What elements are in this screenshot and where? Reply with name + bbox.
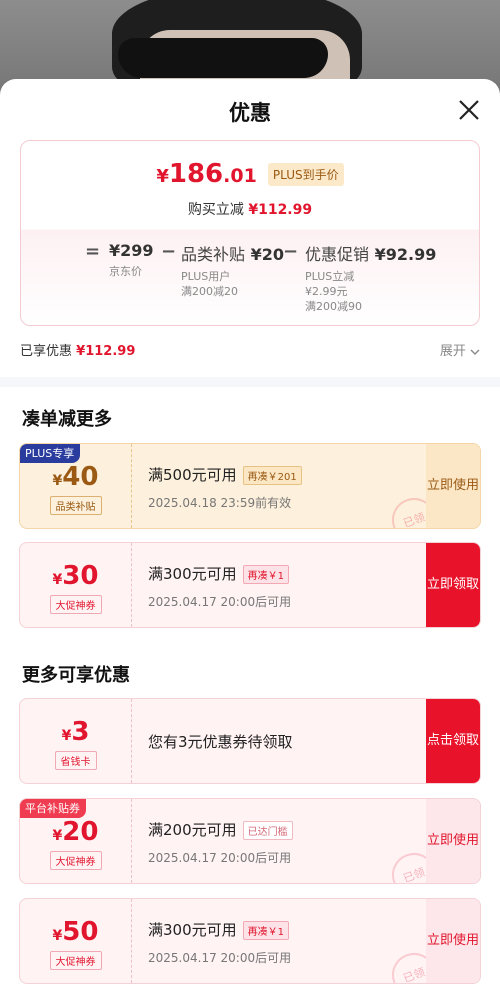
enjoyed-discount: 已享优惠 ¥112.99 [20, 344, 136, 359]
coupon-description: 您有3元优惠券待领取 [148, 733, 293, 751]
coupon-card: ¥3 省钱卡 您有3元优惠券待领取 点击领取 [19, 698, 481, 784]
buy-discount-line: 购买立减 ¥112.99 [187, 202, 313, 218]
jd-price-col: ¥299 京东价 [109, 241, 154, 278]
coupon-info: 满300元可用 再凑￥1 2025.04.17 20:00后可用 [148, 921, 292, 965]
coupon-value: ¥3 省钱卡 [20, 699, 132, 783]
use-now-button[interactable]: 立即使用 [426, 444, 480, 528]
coupon-date: 2025.04.17 20:00后可用 [148, 851, 292, 865]
coupon-date: 2025.04.17 20:00后可用 [148, 951, 292, 965]
coupon-date: 2025.04.17 20:00后可用 [148, 595, 292, 609]
coupon-value: ¥50 大促神券 [20, 899, 132, 983]
chevron-down-icon [470, 349, 480, 355]
coupon-type-tag: 品类补贴 [49, 496, 102, 515]
coupon-card: ¥30 大促神券 满300元可用 再凑￥1 2025.04.17 20:00后可用… [19, 542, 481, 628]
final-price: ¥186.01 [156, 159, 257, 189]
section-title-more-offers: 更多可享优惠 [22, 665, 130, 686]
coupon-type-tag: 大促神券 [49, 595, 102, 614]
expand-button[interactable]: 展开 [440, 340, 480, 359]
price-summary-card: ¥186.01 PLUS到手价 购买立减 ¥112.99 = ¥299 京东价 … [20, 140, 480, 326]
click-claim-button[interactable]: 点击领取 [426, 699, 480, 783]
coupon-type-tag: 大促神券 [49, 851, 102, 870]
section-title-add-more: 凑单减更多 [22, 409, 112, 430]
claim-now-button[interactable]: 立即领取 [426, 543, 480, 627]
use-now-button[interactable]: 立即使用 [426, 799, 480, 883]
platform-subsidy-badge: 平台补贴券 [20, 799, 86, 818]
coupon-info: 满300元可用 再凑￥1 2025.04.17 20:00后可用 [148, 565, 292, 609]
close-icon[interactable] [458, 99, 480, 121]
coupon-type-tag: 大促神券 [49, 951, 102, 970]
sheet-title: 优惠 [229, 101, 271, 125]
subsidy-col: 品类补贴 ¥20 PLUS用户 满200减20 [181, 245, 284, 298]
promo-col: 优惠促销 ¥92.99 PLUS立减 ¥2.99元 满200减90 [305, 245, 437, 313]
price-formula: = ¥299 京东价 − 品类补贴 ¥20 PLUS用户 满200减20 − 优惠… [21, 241, 479, 321]
coupon-card: ¥50 大促神券 满300元可用 再凑￥1 2025.04.17 20:00后可用… [19, 898, 481, 984]
equals-sign: = [85, 241, 101, 262]
section-divider [0, 377, 500, 387]
photo-sunglasses [118, 38, 328, 78]
coupon-card: ¥20 大促神券 平台补贴券 满200元可用 已达门槛 2025.04.17 20… [19, 798, 481, 884]
final-price-row: ¥186.01 PLUS到手价 [21, 159, 479, 189]
plus-exclusive-badge: PLUS专享 [20, 444, 81, 463]
minus-sign: − [161, 241, 177, 262]
sheet-header: 优惠 [0, 79, 500, 141]
discount-sheet: 优惠 ¥186.01 PLUS到手价 购买立减 ¥112.99 = ¥299 京… [0, 79, 500, 984]
coupon-value: ¥30 大促神券 [20, 543, 132, 627]
coupon-info: 您有3元优惠券待领取 [148, 699, 424, 783]
coupon-type-tag: 省钱卡 [54, 751, 97, 770]
coupon-card: ¥40 品类补贴 PLUS专享 满500元可用 再凑￥201 2025.04.18… [19, 443, 481, 529]
plus-price-tag: PLUS到手价 [267, 162, 344, 186]
coupon-date: 2025.04.18 23:59前有效 [148, 496, 292, 510]
coupon-info: 满200元可用 已达门槛 2025.04.17 20:00后可用 [148, 821, 293, 865]
use-now-button[interactable]: 立即使用 [426, 899, 480, 983]
minus-sign-2: − [283, 241, 299, 262]
coupon-info: 满500元可用 再凑￥201 2025.04.18 23:59前有效 [148, 444, 424, 528]
